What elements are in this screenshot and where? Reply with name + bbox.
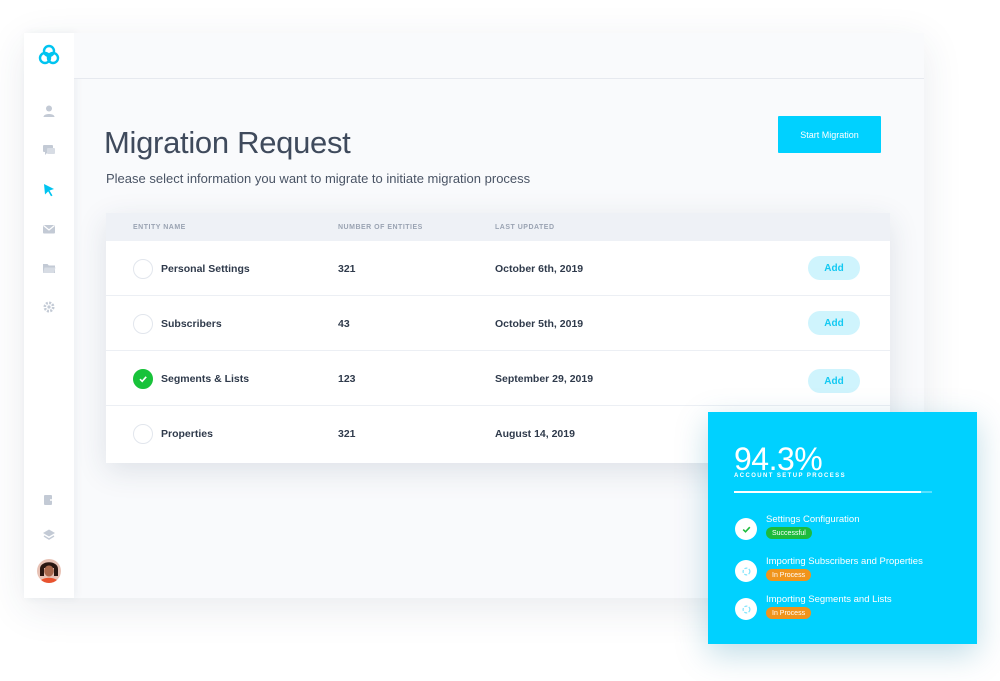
status-badge: In Process <box>766 607 812 619</box>
setup-step: Importing Subscribers and Properties In … <box>735 556 965 586</box>
mail-icon[interactable] <box>39 219 59 239</box>
trefoil-logo-icon[interactable] <box>37 43 61 67</box>
add-button[interactable]: Add <box>808 256 860 280</box>
row-checkbox[interactable] <box>133 424 153 444</box>
setup-step: Settings Configuration Successful <box>735 514 965 544</box>
entity-count: 123 <box>338 373 356 385</box>
step-label: Importing Subscribers and Properties <box>766 556 923 567</box>
status-badge: Successful <box>766 527 812 539</box>
row-checkbox[interactable] <box>133 314 153 334</box>
entity-name: Segments & Lists <box>161 373 250 385</box>
folder-icon[interactable] <box>39 258 59 278</box>
add-button[interactable]: Add <box>808 369 860 393</box>
table-row[interactable]: Personal Settings 321 October 6th, 2019 … <box>106 241 890 296</box>
spinner-icon <box>735 560 757 582</box>
layers-icon[interactable] <box>39 525 59 545</box>
add-button[interactable]: Add <box>808 311 860 335</box>
last-updated: October 5th, 2019 <box>495 318 584 330</box>
entity-name: Personal Settings <box>161 263 250 275</box>
column-header-last-updated: LAST UPDATED <box>495 224 555 231</box>
page-subtitle: Please select information you want to mi… <box>106 171 531 186</box>
row-checkbox-checked[interactable] <box>133 369 153 389</box>
export-icon[interactable] <box>39 490 59 510</box>
last-updated: August 14, 2019 <box>495 428 575 440</box>
user-icon[interactable] <box>39 101 59 121</box>
gear-icon[interactable] <box>39 297 59 317</box>
stage: Migration Request Please select informat… <box>0 0 1000 681</box>
entity-count: 321 <box>338 428 356 440</box>
column-header-entity-name: ENTITY NAME <box>133 224 186 231</box>
progress-bar-fill <box>734 491 921 493</box>
step-label: Importing Segments and Lists <box>766 594 892 605</box>
progress-bar <box>734 491 932 493</box>
setup-label: ACCOUNT SETUP PROCESS <box>734 473 846 479</box>
table-row[interactable]: Subscribers 43 October 5th, 2019 Add <box>106 296 890 351</box>
entity-count: 43 <box>338 318 350 330</box>
page-title: Migration Request <box>104 125 351 160</box>
last-updated: September 29, 2019 <box>495 373 594 385</box>
sidebar <box>24 33 74 598</box>
setup-step: Importing Segments and Lists In Process <box>735 594 965 624</box>
top-bar <box>74 33 924 79</box>
table-row[interactable]: Segments & Lists 123 September 29, 2019 … <box>106 351 890 406</box>
start-migration-button[interactable]: Start Migration <box>778 116 881 153</box>
column-header-number-of-entities: NUMBER OF ENTITIES <box>338 224 423 231</box>
avatar[interactable] <box>37 559 61 583</box>
spinner-icon <box>735 598 757 620</box>
table-header: ENTITY NAME NUMBER OF ENTITIES LAST UPDA… <box>106 213 890 241</box>
entity-name: Subscribers <box>161 318 222 330</box>
checkmark-icon <box>139 376 147 383</box>
account-setup-card: 94.3% ACCOUNT SETUP PROCESS Settings Con… <box>708 412 977 644</box>
chat-icon[interactable] <box>39 140 59 160</box>
check-icon <box>735 518 757 540</box>
status-badge: In Process <box>766 569 812 581</box>
entity-name: Properties <box>161 428 213 440</box>
last-updated: October 6th, 2019 <box>495 263 584 275</box>
step-label: Settings Configuration <box>766 514 860 525</box>
cursor-icon[interactable] <box>39 180 59 200</box>
row-checkbox[interactable] <box>133 259 153 279</box>
entity-count: 321 <box>338 263 356 275</box>
